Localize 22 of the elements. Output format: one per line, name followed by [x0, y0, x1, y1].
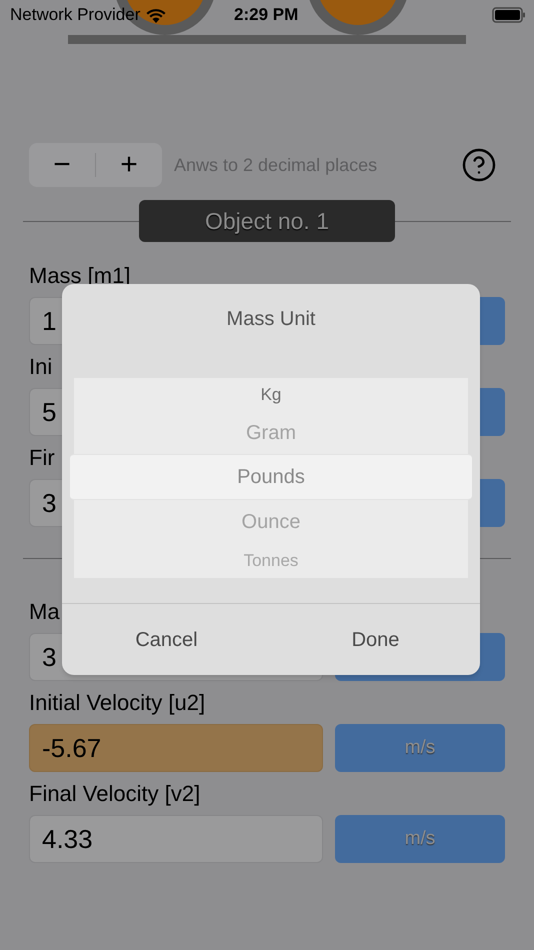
decrement-button[interactable]: − [29, 143, 95, 187]
help-button[interactable] [461, 147, 497, 183]
picker-option[interactable]: Ounce [74, 500, 468, 543]
picker-option[interactable]: Gram [74, 411, 468, 454]
field-label: Initial Velocity [u2] [29, 689, 206, 717]
dialog-title: Mass Unit [226, 307, 316, 332]
wifi-icon [146, 8, 166, 22]
field-label: Ma [29, 598, 60, 626]
value-field[interactable]: 4.33 [29, 815, 323, 863]
clock-time: 2:29 PM [234, 4, 298, 26]
field-label: Fir [29, 444, 55, 472]
field-label: Ini [29, 353, 52, 381]
picker-option[interactable]: Pounds [70, 454, 472, 500]
done-button[interactable]: Done [271, 604, 480, 675]
section-heading: Object no. 1 [139, 200, 395, 242]
increment-button[interactable]: + [96, 143, 162, 187]
cancel-button[interactable]: Cancel [62, 604, 271, 675]
battery-icon [492, 7, 526, 23]
picker-option[interactable]: Kg [74, 378, 468, 411]
field-label: Final Velocity [v2] [29, 780, 200, 808]
carrier-name: Network Provider [10, 4, 140, 26]
value-field[interactable]: -5.67 [29, 724, 323, 772]
